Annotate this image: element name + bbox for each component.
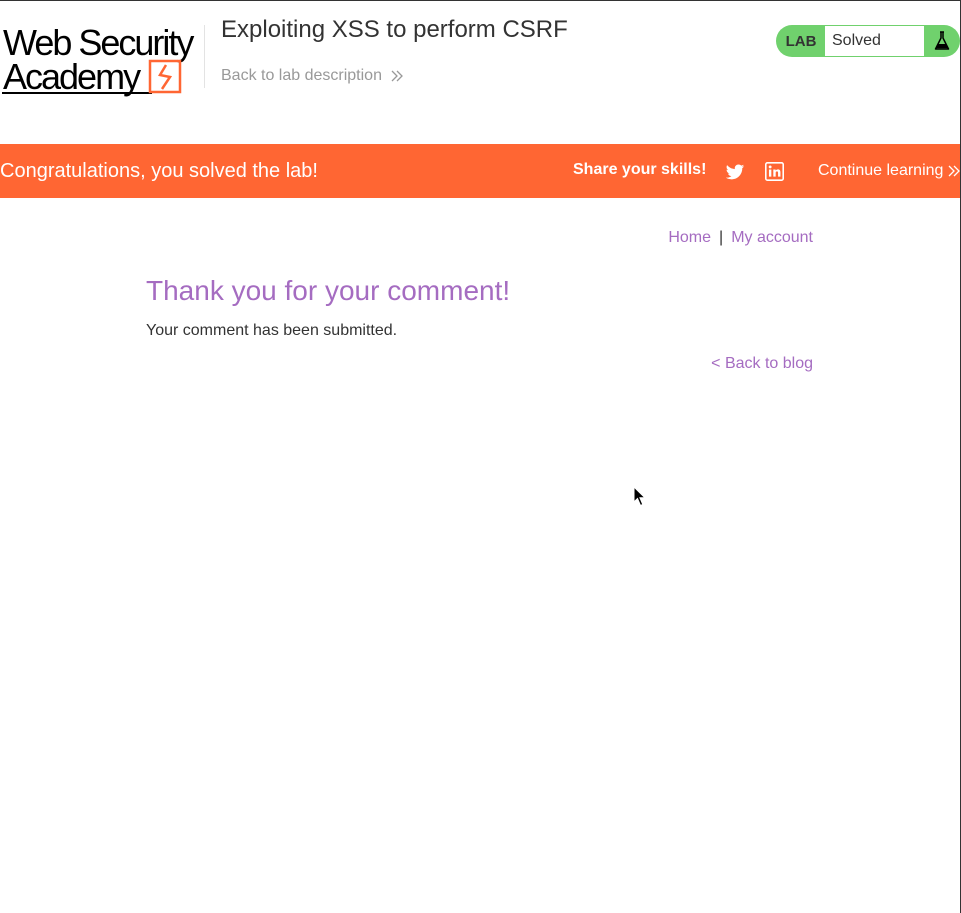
double-chevron-right-icon [948,165,961,177]
header-divider [204,25,205,88]
back-to-lab-description-link[interactable]: Back to lab description [221,67,404,85]
back-to-lab-description-label: Back to lab description [221,67,382,84]
lab-status-state: Solved [825,25,924,57]
solved-banner: Congratulations, you solved the lab! Sha… [0,144,961,198]
share-skills-label: Share your skills! [573,161,707,178]
flask-icon [934,31,950,50]
submission-confirmation: Your comment has been submitted. [146,322,398,339]
logo-bolt-icon [158,64,173,90]
lab-header: Web Security Academy Exploiting XSS to p… [0,1,960,144]
nav-separator: | [719,229,724,246]
top-navigation: Home | My account [668,229,813,247]
continue-learning-label: Continue learning [818,162,944,179]
page-title: Thank you for your comment! [146,275,511,306]
browser-viewport: Web Security Academy Exploiting XSS to p… [0,0,961,913]
lab-status-widget: LAB Solved [776,25,960,57]
continue-learning-link[interactable]: Continue learning [818,162,961,180]
logo-line-2: Academy [3,56,141,97]
solved-message: Congratulations, you solved the lab! [0,160,318,182]
lab-status-label: LAB [776,25,825,57]
web-security-academy-logo[interactable]: Web Security Academy [2,21,202,97]
lab-status-flask [924,25,960,57]
twitter-icon[interactable] [725,162,745,182]
nav-home-link[interactable]: Home [668,229,711,246]
mouse-cursor-icon [633,486,646,507]
back-to-blog-link[interactable]: < Back to blog [711,355,813,373]
linkedin-icon[interactable] [765,162,784,181]
lab-title: Exploiting XSS to perform CSRF [221,16,568,43]
double-chevron-right-icon [391,70,403,82]
nav-my-account-link[interactable]: My account [731,229,813,246]
